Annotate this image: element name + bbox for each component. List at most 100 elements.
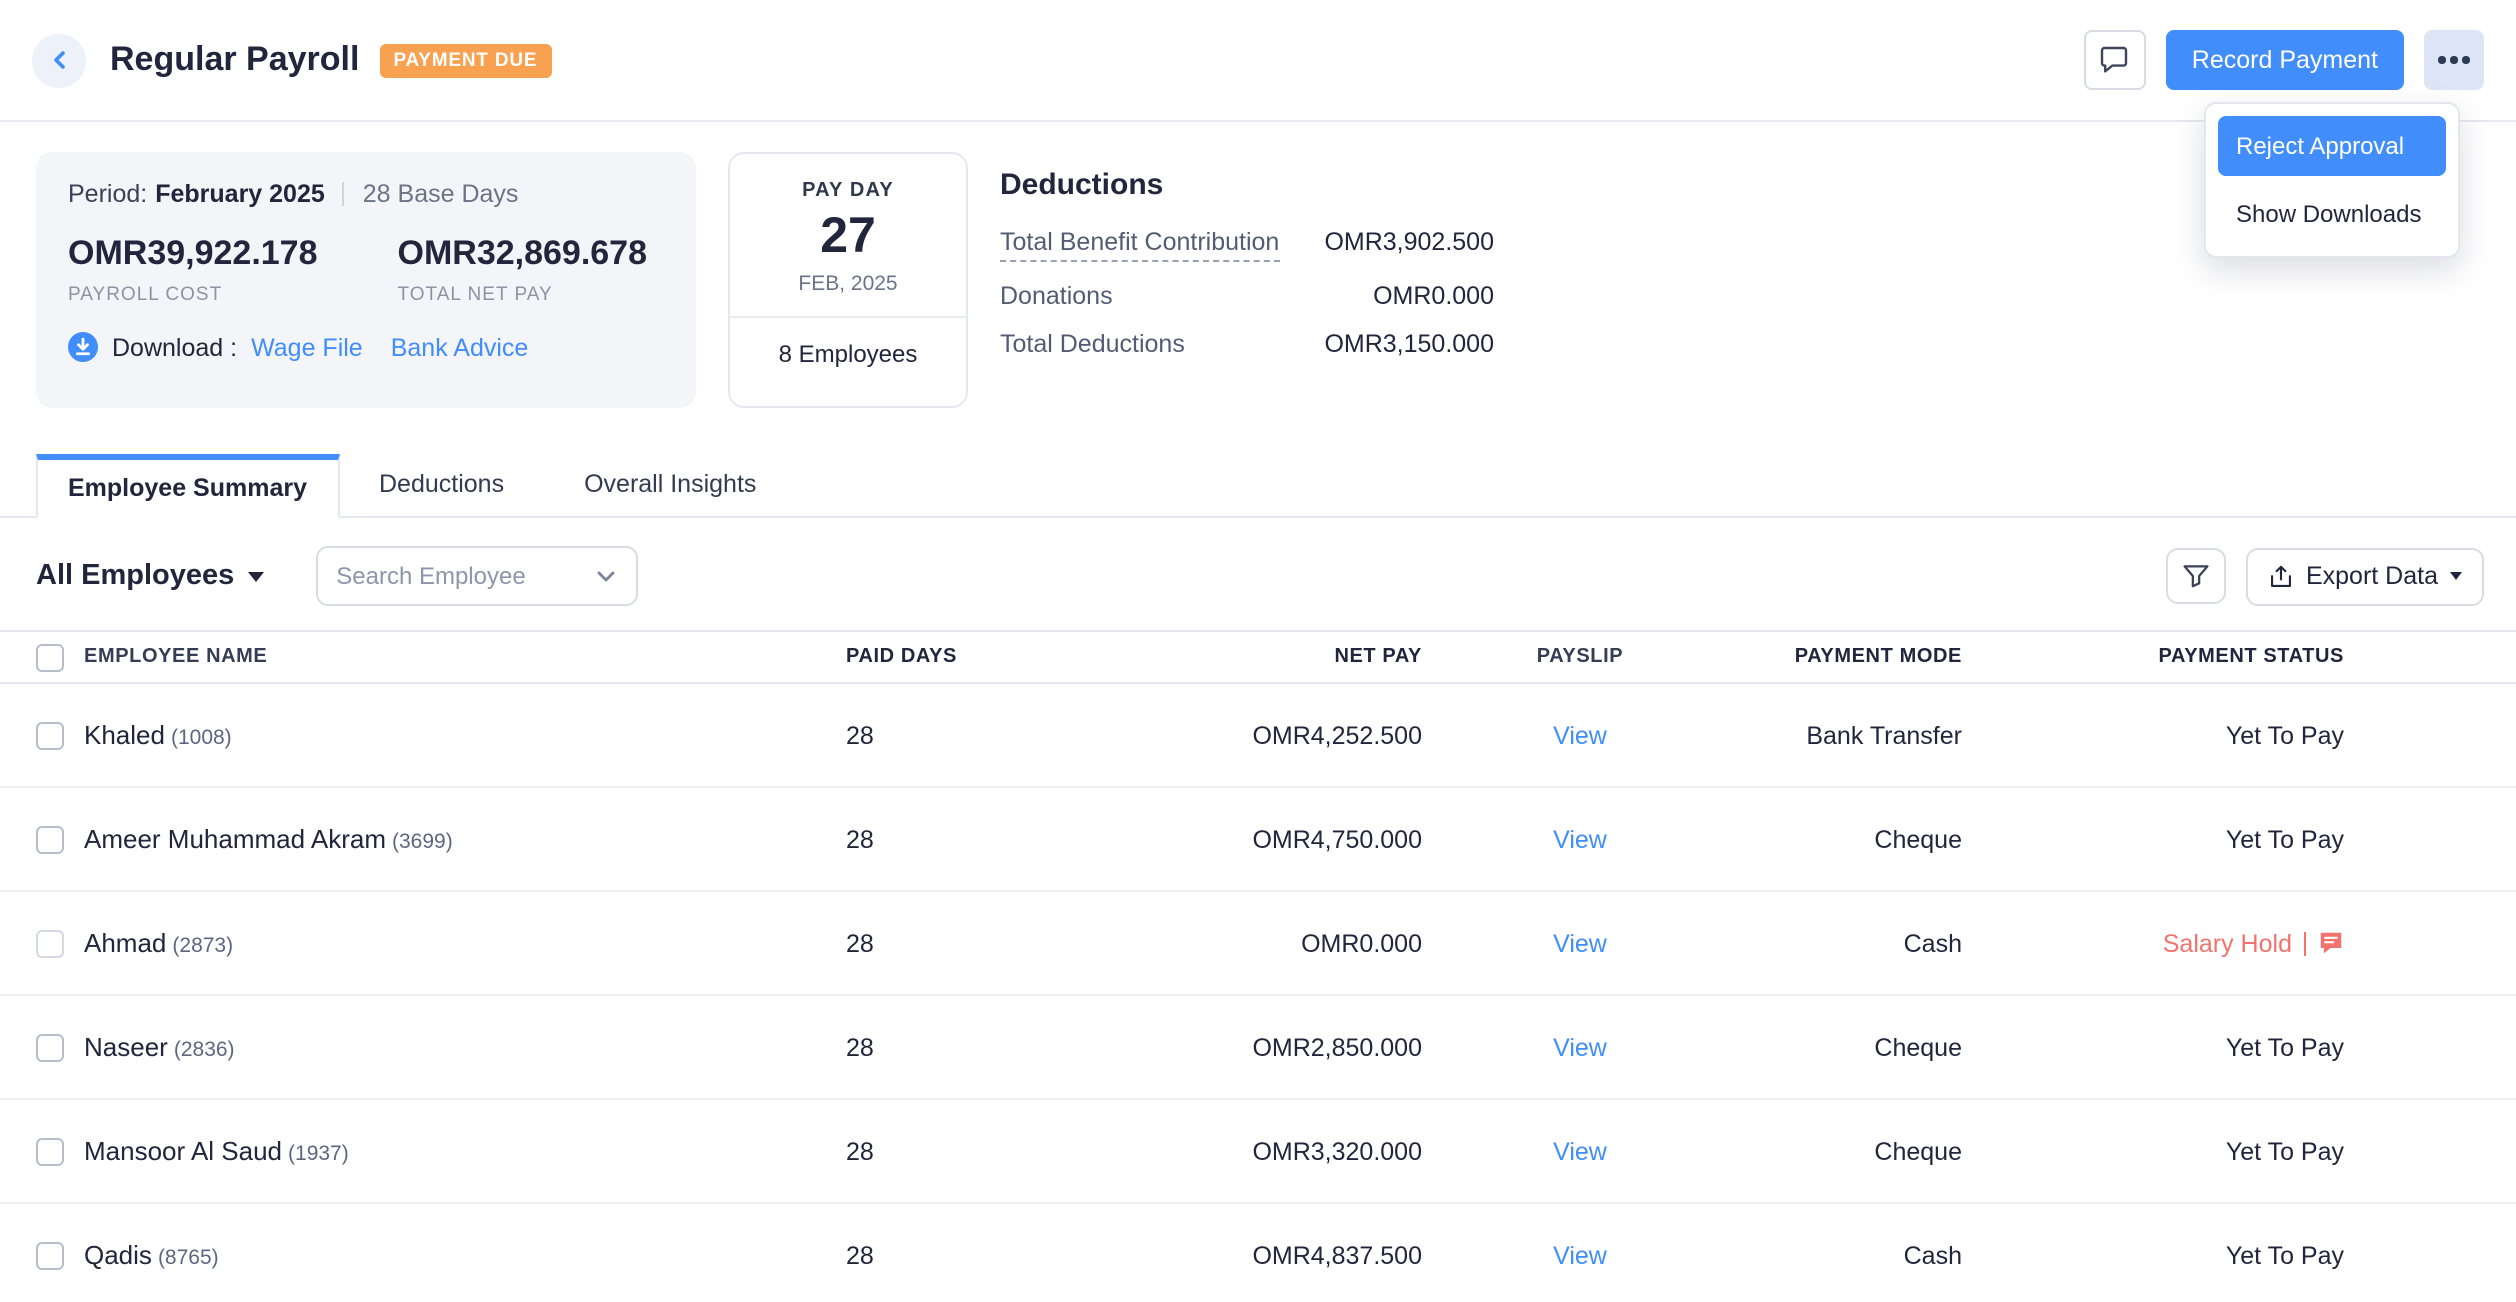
employee-name: Khaled (84, 720, 165, 750)
net-pay: OMR4,837.500 (966, 1241, 1422, 1269)
deduction-label: Total Deductions (1000, 330, 1185, 358)
employee-count: 8 Employees (730, 340, 966, 368)
more-options-button[interactable] (2424, 30, 2484, 90)
view-payslip-link[interactable]: View (1553, 1137, 1607, 1165)
deduction-value: OMR0.000 (1373, 282, 1494, 310)
period-label: Period: (68, 180, 147, 208)
pay-day-date: FEB, 2025 (730, 272, 966, 296)
employee-name: Mansoor Al Saud (84, 1136, 282, 1166)
employee-name: Naseer (84, 1032, 168, 1062)
employee-table: EMPLOYEE NAME PAID DAYS NET PAY PAYSLIP … (0, 630, 2516, 1302)
record-payment-button[interactable]: Record Payment (2166, 30, 2404, 90)
payment-status: Yet To Pay (1962, 721, 2344, 749)
tab-deductions[interactable]: Deductions (339, 452, 544, 516)
total-net-pay-label: TOTAL NET PAY (398, 284, 648, 306)
employee-id: (2836) (174, 1038, 235, 1062)
table-row[interactable]: Khaled(1008) 28 OMR4,252.500 View Bank T… (0, 684, 2516, 788)
view-payslip-link[interactable]: View (1553, 721, 1607, 749)
payment-due-badge: PAYMENT DUE (379, 43, 551, 77)
select-all-checkbox[interactable] (36, 643, 64, 671)
export-icon (2268, 563, 2294, 589)
select-all-cell (0, 643, 84, 671)
salary-hold-label: Salary Hold (2163, 929, 2292, 957)
summary-section: Period: February 2025 28 Base Days OMR39… (0, 122, 2516, 408)
row-checkbox[interactable] (36, 721, 64, 749)
period-line: Period: February 2025 28 Base Days (68, 180, 664, 208)
row-checkbox[interactable] (36, 929, 64, 957)
net-pay: OMR4,252.500 (966, 721, 1422, 749)
deduction-value: OMR3,902.500 (1324, 228, 1494, 256)
back-button[interactable] (32, 33, 86, 87)
payroll-cost-value: OMR39,922.178 (68, 234, 318, 274)
chevron-down-icon[interactable] (594, 564, 618, 588)
pay-day-label: PAY DAY (730, 180, 966, 202)
paid-days: 28 (846, 1033, 966, 1061)
payroll-summary-card: Period: February 2025 28 Base Days OMR39… (36, 152, 696, 408)
view-payslip-link[interactable]: View (1553, 929, 1607, 957)
divider (2304, 931, 2306, 955)
payment-status: Yet To Pay (1962, 1033, 2344, 1061)
paid-days: 28 (846, 1241, 966, 1269)
table-row[interactable]: Naseer(2836) 28 OMR2,850.000 View Cheque… (0, 996, 2516, 1100)
row-checkbox[interactable] (36, 1033, 64, 1061)
col-paid-days: PAID DAYS (846, 646, 966, 668)
export-data-button[interactable]: Export Data (2246, 547, 2484, 605)
row-checkbox[interactable] (36, 1241, 64, 1269)
row-checkbox[interactable] (36, 825, 64, 853)
payment-mode: Cheque (1738, 1033, 1962, 1061)
download-row: Download : Wage File Bank Advice (68, 332, 664, 362)
more-options-menu: Reject Approval Show Downloads (2204, 102, 2460, 258)
payment-status-salary-hold[interactable]: Salary Hold (1962, 929, 2344, 957)
wage-file-link[interactable]: Wage File (251, 333, 363, 361)
employee-name: Ahmad (84, 928, 166, 958)
net-pay: OMR2,850.000 (966, 1033, 1422, 1061)
tab-overall-insights[interactable]: Overall Insights (544, 452, 796, 516)
deduction-row: Total Deductions OMR3,150.000 (1000, 330, 1494, 358)
employee-id: (8765) (158, 1246, 219, 1270)
payment-mode: Cheque (1738, 825, 1962, 853)
bank-advice-link[interactable]: Bank Advice (391, 333, 529, 361)
menu-item-show-downloads[interactable]: Show Downloads (2218, 184, 2446, 244)
page-header: Regular Payroll PAYMENT DUE Record Payme… (0, 0, 2516, 122)
view-payslip-link[interactable]: View (1553, 1033, 1607, 1061)
view-payslip-link[interactable]: View (1553, 825, 1607, 853)
col-payment-status: PAYMENT STATUS (1962, 646, 2344, 668)
tab-employee-summary[interactable]: Employee Summary (36, 454, 339, 518)
table-row[interactable]: Ahmad(2873) 28 OMR0.000 View Cash Salary… (0, 892, 2516, 996)
divider (343, 182, 345, 206)
download-icon (68, 332, 98, 362)
payment-mode: Cash (1738, 929, 1962, 957)
total-net-pay: OMR32,869.678 TOTAL NET PAY (398, 234, 648, 306)
net-pay: OMR3,320.000 (966, 1137, 1422, 1165)
caret-down-icon (248, 571, 264, 581)
table-row[interactable]: Qadis(8765) 28 OMR4,837.500 View Cash Ye… (0, 1204, 2516, 1302)
table-row[interactable]: Mansoor Al Saud(1937) 28 OMR3,320.000 Vi… (0, 1100, 2516, 1204)
salary-hold-comment-icon[interactable] (2318, 930, 2344, 956)
amounts: OMR39,922.178 PAYROLL COST OMR32,869.678… (68, 234, 664, 306)
ellipsis-icon (2439, 57, 2446, 64)
row-checkbox[interactable] (36, 1137, 64, 1165)
paid-days: 28 (846, 825, 966, 853)
employee-filter-label: All Employees (36, 560, 234, 592)
menu-item-reject-approval[interactable]: Reject Approval (2218, 116, 2446, 176)
filter-funnel-icon (2182, 562, 2210, 590)
filter-button[interactable] (2166, 548, 2226, 604)
paid-days: 28 (846, 929, 966, 957)
employee-id: (2873) (172, 934, 233, 958)
col-payslip: PAYSLIP (1422, 646, 1738, 668)
col-payment-mode: PAYMENT MODE (1738, 646, 1962, 668)
employee-filter-dropdown[interactable]: All Employees (36, 560, 264, 592)
employee-id: (3699) (392, 830, 453, 854)
table-row[interactable]: Ameer Muhammad Akram(3699) 28 OMR4,750.0… (0, 788, 2516, 892)
comments-button[interactable] (2084, 30, 2146, 90)
view-payslip-link[interactable]: View (1553, 1241, 1607, 1269)
net-pay: OMR4,750.000 (966, 825, 1422, 853)
deduction-row: Donations OMR0.000 (1000, 282, 1494, 310)
divider (730, 316, 966, 318)
deduction-label[interactable]: Total Benefit Contribution (1000, 228, 1279, 262)
deduction-value: OMR3,150.000 (1324, 330, 1494, 358)
search-employee-input[interactable] (336, 562, 594, 590)
comment-icon (2099, 44, 2131, 76)
payment-status: Yet To Pay (1962, 1137, 2344, 1165)
chevron-left-icon (47, 48, 71, 72)
